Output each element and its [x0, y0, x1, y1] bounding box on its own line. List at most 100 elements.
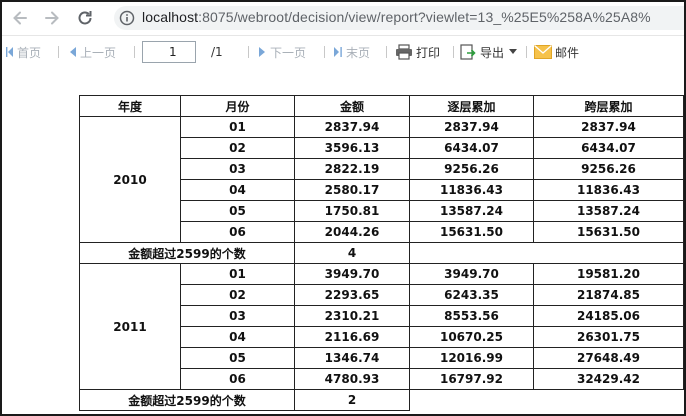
- cross-cumulative-cell: 15631.50: [533, 221, 684, 243]
- month-cell: 05: [180, 200, 295, 222]
- report-toolbar: 首页 上一页 1 /1 下一页 末页 打印 导出 邮件: [2, 35, 684, 67]
- cross-cumulative-cell: 19581.20: [533, 263, 684, 285]
- prev-page-label: 上一页: [80, 45, 117, 60]
- cumulative-cell: 12016.99: [409, 347, 534, 369]
- last-page-icon: [334, 47, 342, 57]
- export-button[interactable]: 导出: [460, 43, 520, 61]
- cross-cumulative-cell: 11836.43: [533, 179, 684, 201]
- amount-cell: 1346.74: [294, 347, 410, 369]
- summary-row: 金额超过2599的个数 4: [79, 242, 684, 264]
- next-page-label: 下一页: [270, 45, 307, 60]
- address-field[interactable]: localhost:8075/webroot/decision/view/rep…: [114, 6, 684, 30]
- amount-cell: 2116.69: [294, 326, 410, 348]
- month-cell: 02: [180, 137, 295, 159]
- cross-cumulative-cell: 13587.24: [533, 200, 684, 222]
- amount-cell: 3596.13: [294, 137, 410, 159]
- toolbar-divider: [386, 46, 387, 58]
- header-year: 年度: [79, 95, 181, 117]
- table-row: 2010 01 2837.94 2837.94 2837.94: [79, 116, 684, 243]
- report-table: 年度 月份 金额 逐层累加 跨层累加 2010 01 2837.94 2837.…: [79, 95, 684, 411]
- summary-empty: [409, 389, 684, 411]
- toolbar-divider: [58, 46, 59, 58]
- cumulative-cell: 6434.07: [409, 137, 534, 159]
- email-button[interactable]: 邮件: [534, 43, 579, 61]
- amount-cell: 2044.26: [294, 221, 410, 243]
- browser-window: localhost:8075/webroot/decision/view/rep…: [0, 0, 686, 416]
- last-page-button[interactable]: 末页: [333, 43, 370, 61]
- cumulative-cell: 11836.43: [409, 179, 534, 201]
- cross-cumulative-cell: 6434.07: [533, 137, 684, 159]
- cross-cumulative-cell: 24185.06: [533, 305, 684, 327]
- amount-cell: 2837.94: [294, 116, 410, 138]
- cumulative-cell: 9256.26: [409, 158, 534, 180]
- amount-cell: 2580.17: [294, 179, 410, 201]
- header-month: 月份: [180, 95, 295, 117]
- page-total: /1: [211, 45, 223, 59]
- back-arrow-icon[interactable]: [10, 8, 30, 28]
- cross-cumulative-cell: 26301.75: [533, 326, 684, 348]
- amount-cell: 2822.19: [294, 158, 410, 180]
- last-page-label: 末页: [346, 45, 371, 60]
- next-page-icon: [259, 47, 265, 57]
- page-number-input[interactable]: 1: [142, 41, 196, 63]
- print-button[interactable]: 打印: [395, 43, 440, 61]
- cross-cumulative-cell: 9256.26: [533, 158, 684, 180]
- month-cell: 03: [180, 158, 295, 180]
- month-cell: 04: [180, 179, 295, 201]
- month-cell: 06: [180, 368, 295, 390]
- site-info-icon[interactable]: [119, 10, 135, 26]
- amount-cell: 4780.93: [294, 368, 410, 390]
- summary-count: 4: [294, 242, 410, 264]
- forward-arrow-icon[interactable]: [42, 8, 62, 28]
- month-cell: 02: [180, 284, 295, 306]
- printer-icon: [396, 44, 412, 60]
- cross-cumulative-cell: 2837.94: [533, 116, 684, 138]
- month-cell: 01: [180, 263, 295, 285]
- cumulative-cell: 6243.35: [409, 284, 534, 306]
- export-icon: [460, 43, 476, 60]
- browser-address-bar: localhost:8075/webroot/decision/view/rep…: [2, 2, 684, 35]
- cumulative-cell: 15631.50: [409, 221, 534, 243]
- first-page-button[interactable]: 首页: [6, 43, 41, 61]
- cumulative-cell: 3949.70: [409, 263, 534, 285]
- year-cell: 2011: [79, 263, 181, 390]
- export-label: 导出: [480, 45, 505, 60]
- cumulative-cell: 10670.25: [409, 326, 534, 348]
- toolbar-divider: [526, 46, 527, 58]
- chevron-down-icon: [509, 49, 518, 54]
- cumulative-cell: 13587.24: [409, 200, 534, 222]
- cumulative-cell: 16797.92: [409, 368, 534, 390]
- summary-label: 金额超过2599的个数: [79, 242, 295, 264]
- amount-cell: 3949.70: [294, 263, 410, 285]
- first-page-icon: [6, 47, 13, 57]
- amount-cell: 2293.65: [294, 284, 410, 306]
- cumulative-cell: 8553.56: [409, 305, 534, 327]
- toolbar-divider: [453, 46, 454, 58]
- first-page-label: 首页: [17, 45, 42, 60]
- header-amount: 金额: [294, 95, 410, 117]
- month-cell: 03: [180, 305, 295, 327]
- reload-icon[interactable]: [75, 8, 95, 28]
- table-header-row: 年度 月份 金额 逐层累加 跨层累加: [79, 95, 684, 117]
- cross-cumulative-cell: 27648.49: [533, 347, 684, 369]
- next-page-button[interactable]: 下一页: [258, 43, 306, 61]
- amount-cell: 1750.81: [294, 200, 410, 222]
- prev-page-icon: [70, 47, 76, 57]
- toolbar-divider: [248, 46, 249, 58]
- month-cell: 04: [180, 326, 295, 348]
- email-label: 邮件: [555, 45, 580, 60]
- year-cell: 2010: [79, 116, 181, 243]
- prev-page-button[interactable]: 上一页: [68, 43, 116, 61]
- table-row: 2011 01 3949.70 3949.70 19581.20: [79, 263, 684, 390]
- toolbar-divider: [134, 46, 135, 58]
- month-cell: 06: [180, 221, 295, 243]
- header-cross-cumulative: 跨层累加: [533, 95, 684, 117]
- cross-cumulative-cell: 32429.42: [533, 368, 684, 390]
- month-cell: 05: [180, 347, 295, 369]
- toolbar-divider: [324, 46, 325, 58]
- header-cumulative: 逐层累加: [409, 95, 534, 117]
- cross-cumulative-cell: 21874.85: [533, 284, 684, 306]
- summary-empty: [409, 242, 684, 264]
- summary-row: 金额超过2599的个数 2: [79, 389, 684, 411]
- month-cell: 01: [180, 116, 295, 138]
